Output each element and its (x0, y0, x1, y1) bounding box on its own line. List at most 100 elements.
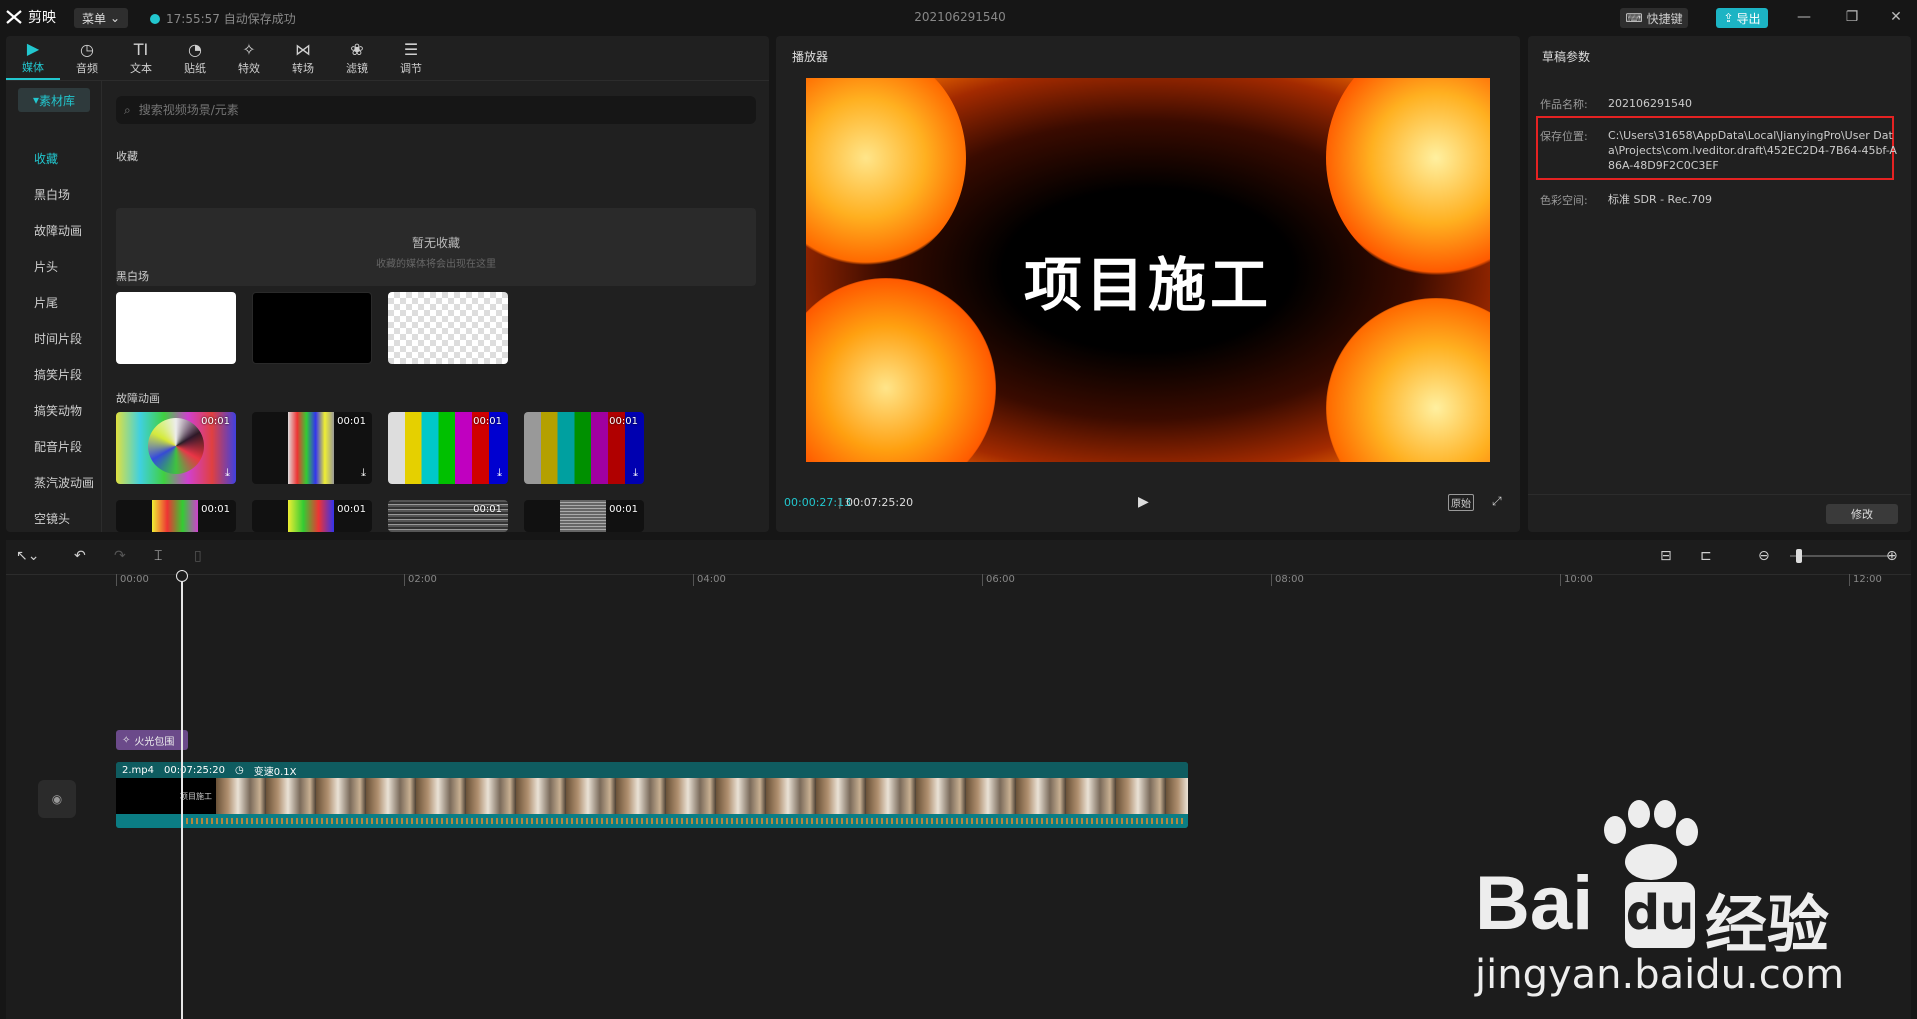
glitch-thumb[interactable]: 00:01 (252, 500, 372, 532)
watermark-du: du (1625, 882, 1695, 948)
modify-button[interactable]: 修改 (1826, 504, 1898, 524)
duration-label: 00:01 (201, 504, 230, 515)
save-status: 17:55:57 自动保存成功 (150, 10, 296, 27)
zoom-in-icon[interactable]: ⊕ (1886, 548, 1898, 564)
snap-icon[interactable]: ⊟ (1660, 548, 1672, 564)
redo-icon[interactable]: ↷ (114, 548, 126, 564)
time-ruler[interactable]: 00:00 02:00 04:00 06:00 08:00 10:00 12:0… (116, 574, 1906, 592)
menu-label: 菜单 (81, 11, 106, 26)
speed-icon: ◷ (235, 764, 244, 776)
draft-name-row: 作品名称: 202106291540 (1540, 96, 1692, 112)
tab-adjust[interactable]: ☰ 调节 (384, 36, 438, 80)
undo-icon[interactable]: ↶ (74, 548, 86, 564)
tab-transition[interactable]: ⋈ 转场 (276, 36, 330, 80)
glitch-thumb[interactable]: 00:01 ⤓ (252, 412, 372, 484)
glitch-thumb[interactable]: 00:01 (388, 500, 508, 532)
export-button[interactable]: ⇪ 导出 (1716, 8, 1768, 28)
library-button[interactable]: ▾ 素材库 (18, 88, 90, 112)
sidebar-item-intro[interactable]: 片头 (34, 258, 58, 275)
restore-icon[interactable]: ❐ (1840, 6, 1864, 28)
sidebar-item-voice[interactable]: 配音片段 (34, 438, 82, 455)
playhead-handle[interactable] (176, 570, 188, 582)
download-icon[interactable]: ⤓ (225, 466, 230, 480)
empty-hint: 收藏的媒体将会出现在这里 (376, 259, 496, 270)
test-card-strip (288, 500, 334, 532)
clip-audio (116, 814, 1188, 828)
effect-clip[interactable]: ✧ 火光包围 (116, 730, 188, 750)
tab-sticker[interactable]: ◔ 贴纸 (168, 36, 222, 80)
empty-title: 暂无收藏 (411, 236, 460, 250)
sidebar-item-time[interactable]: 时间片段 (34, 330, 82, 347)
zoom-out-icon[interactable]: ⊖ (1758, 548, 1770, 564)
ruler-tick: 00:00 (116, 574, 149, 586)
glitch-thumb[interactable]: 00:01 ⤓ (388, 412, 508, 484)
link-icon[interactable]: ⊏ (1700, 548, 1712, 564)
paw-icon (1604, 800, 1698, 880)
menu-button[interactable]: 菜单 ⌄ (74, 8, 128, 28)
effect-clip-label: 火光包围 (134, 736, 175, 748)
playhead[interactable] (181, 570, 183, 1019)
glitch-thumb[interactable]: 00:01 ⤓ (524, 412, 644, 484)
status-dot-icon (150, 13, 160, 24)
ruler-tick: 12:00 (1849, 574, 1882, 586)
duration-label: 00:01 (201, 416, 230, 427)
ruler-tick: 02:00 (404, 574, 437, 586)
zoom-slider[interactable] (1790, 555, 1890, 557)
tab-text[interactable]: TI 文本 (114, 36, 168, 80)
clip-first-frame: 项目施工 (116, 778, 216, 814)
duration-label: 00:01 (337, 504, 366, 515)
original-ratio-button[interactable]: 原始 (1448, 494, 1474, 511)
sidebar-item-favorites[interactable]: 收藏 (34, 150, 58, 167)
video-clip[interactable]: 2.mp4 00:07:25:20 ◷ 变速0.1X 项目施工 (116, 762, 1188, 828)
sidebar-item-glitch[interactable]: 故障动画 (34, 222, 82, 239)
sidebar-item-vaporwave[interactable]: 蒸汽波动画 (34, 474, 94, 491)
search-box[interactable]: ⌕ (116, 96, 756, 124)
sidebar-item-animals[interactable]: 搞笑动物 (34, 402, 82, 419)
glitch-thumb[interactable]: 00:01 (524, 500, 644, 532)
sidebar-item-funny[interactable]: 搞笑片段 (34, 366, 82, 383)
sidebar-item-outro[interactable]: 片尾 (34, 294, 58, 311)
effects-icon: ✧ (242, 40, 256, 59)
tab-media[interactable]: ▶ 媒体 (6, 36, 60, 80)
tab-adjust-label: 调节 (400, 62, 422, 75)
sidebar-item-bw[interactable]: 黑白场 (34, 186, 70, 203)
download-icon[interactable]: ⤓ (633, 466, 638, 480)
tab-media-label: 媒体 (22, 61, 44, 74)
split-icon[interactable]: ⌶ (154, 548, 162, 564)
clip-thumb-text: 项目施工 (180, 791, 212, 801)
clip-filename: 2.mp4 (122, 764, 154, 776)
effect-icon: ✧ (122, 734, 131, 746)
mute-button[interactable]: ◉ (38, 780, 76, 818)
download-icon[interactable]: ⤓ (361, 466, 366, 480)
zoom-slider-knob[interactable] (1796, 549, 1802, 563)
download-icon[interactable]: ⤓ (497, 466, 502, 480)
bw-white-thumb[interactable] (116, 292, 236, 364)
watermark-brand: Bai (1475, 861, 1594, 946)
glitch-thumb[interactable]: 00:01 ⤓ (116, 412, 236, 484)
fullscreen-icon[interactable]: ⤢ (1492, 494, 1502, 509)
sticker-icon: ◔ (188, 40, 202, 59)
tab-audio[interactable]: ◷ 音频 (60, 36, 114, 80)
bw-black-thumb[interactable] (252, 292, 372, 364)
divider (1528, 494, 1911, 495)
close-icon[interactable]: ✕ (1884, 6, 1908, 28)
glitch-thumb[interactable]: 00:01 (116, 500, 236, 532)
shortcut-button[interactable]: ⌨ 快捷键 (1620, 8, 1688, 28)
tab-effects[interactable]: ✧ 特效 (222, 36, 276, 80)
video-preview[interactable]: 项目施工 (806, 78, 1490, 462)
minimize-icon[interactable]: — (1792, 6, 1816, 28)
sidebar-item-empty-shot[interactable]: 空镜头 (34, 510, 70, 527)
adjust-icon: ☰ (403, 40, 419, 59)
jianying-logo-icon (6, 10, 22, 24)
bw-transparent-thumb[interactable] (388, 292, 508, 364)
play-icon[interactable]: ▶ (1138, 494, 1149, 510)
title-bar: 剪映 菜单 ⌄ 17:55:57 自动保存成功 202106291540 ⌨ 快… (0, 0, 1917, 34)
delete-icon[interactable]: ▯ (194, 548, 202, 564)
tab-filter[interactable]: ❀ 滤镜 (330, 36, 384, 80)
select-cursor-icon[interactable]: ↖⌄ (16, 548, 39, 564)
search-input[interactable] (136, 102, 701, 118)
media-panel: ▶ 媒体 ◷ 音频 TI 文本 ◔ 贴纸 ✧ 特效 ⋈ 转场 ❀ 滤镜 ☰ 调节 ▾ 素材库 收… (6, 36, 769, 532)
test-card-icon (148, 418, 204, 474)
total-time: 00:07:25:20 (846, 496, 914, 509)
tab-transition-label: 转场 (292, 62, 314, 75)
